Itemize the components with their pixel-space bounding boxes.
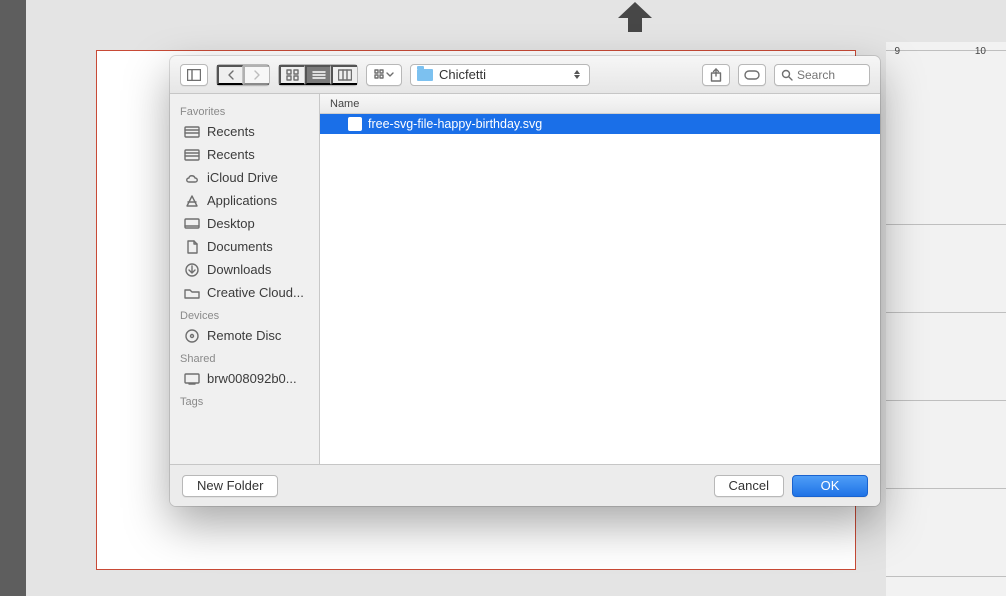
search-icon <box>781 69 793 81</box>
view-icons-button[interactable] <box>279 65 305 85</box>
sidebar-item-label: Desktop <box>207 216 255 231</box>
sidebar[interactable]: Favorites Recents Recents iCloud Drive A… <box>170 94 320 464</box>
sidebar-item-recents[interactable]: Recents <box>170 143 319 166</box>
ruler-label-10: 10 <box>975 46 986 57</box>
sidebar-item-shared-computer[interactable]: brw008092b0... <box>170 367 319 390</box>
sidebar-item-label: Remote Disc <box>207 328 281 343</box>
disc-icon <box>184 329 200 343</box>
dialog-toolbar: Chicfetti <box>170 56 880 94</box>
file-list[interactable]: free-svg-file-happy-birthday.svg <box>320 114 880 464</box>
view-columns-button[interactable] <box>331 65 357 85</box>
forward-button[interactable] <box>243 65 269 85</box>
share-button[interactable] <box>702 64 730 86</box>
file-icon <box>348 117 362 131</box>
sidebar-item-label: Documents <box>207 239 273 254</box>
sidebar-item-label: iCloud Drive <box>207 170 278 185</box>
path-current-folder: Chicfetti <box>439 67 486 82</box>
sidebar-item-documents[interactable]: Documents <box>170 235 319 258</box>
recents-icon <box>184 125 200 139</box>
cursor-up-arrow-icon <box>608 0 662 34</box>
dialog-footer: New Folder Cancel OK <box>170 464 880 506</box>
sidebar-item-label: Downloads <box>207 262 271 277</box>
sidebar-item-applications[interactable]: Applications <box>170 189 319 212</box>
sidebar-item-downloads[interactable]: Downloads <box>170 258 319 281</box>
folder-icon <box>417 69 433 81</box>
sidebar-item-desktop[interactable]: Desktop <box>170 212 319 235</box>
applications-icon <box>184 194 200 208</box>
sidebar-item-label: Applications <box>207 193 277 208</box>
back-button[interactable] <box>217 65 243 85</box>
desktop-icon <box>184 217 200 231</box>
sidebar-item-label: brw008092b0... <box>207 371 297 386</box>
file-row[interactable]: free-svg-file-happy-birthday.svg <box>320 114 880 134</box>
open-file-dialog: Chicfetti Favorites Recents Recents <box>170 56 880 506</box>
new-folder-button[interactable]: New Folder <box>182 475 278 497</box>
search-input[interactable] <box>797 68 857 82</box>
sidebar-item-creative-cloud[interactable]: Creative Cloud... <box>170 281 319 304</box>
ruler-label-9: 9 <box>894 46 900 57</box>
sidebar-header-tags: Tags <box>170 390 319 410</box>
updown-arrows-icon <box>571 70 583 79</box>
sidebar-item-icloud[interactable]: iCloud Drive <box>170 166 319 189</box>
sidebar-header-favorites: Favorites <box>170 100 319 120</box>
sidebar-item-label: Creative Cloud... <box>207 285 304 300</box>
sidebar-item-label: Recents <box>207 124 255 139</box>
sidebar-item-remote-disc[interactable]: Remote Disc <box>170 324 319 347</box>
sidebar-toggle-button[interactable] <box>180 64 208 86</box>
group-by-dropdown[interactable] <box>366 64 402 86</box>
app-left-strip <box>0 0 26 596</box>
sidebar-header-shared: Shared <box>170 347 319 367</box>
search-field[interactable] <box>774 64 870 86</box>
cancel-button[interactable]: Cancel <box>714 475 784 497</box>
documents-icon <box>184 240 200 254</box>
sidebar-item-recents[interactable]: Recents <box>170 120 319 143</box>
downloads-icon <box>184 263 200 277</box>
file-list-pane: Name free-svg-file-happy-birthday.svg <box>320 94 880 464</box>
folder-icon <box>184 286 200 300</box>
recents-icon <box>184 148 200 162</box>
view-mode-segmented <box>278 64 358 86</box>
path-popup[interactable]: Chicfetti <box>410 64 590 86</box>
ok-button[interactable]: OK <box>792 475 868 497</box>
tags-button[interactable] <box>738 64 766 86</box>
icloud-icon <box>184 171 200 185</box>
computer-icon <box>184 372 200 386</box>
sidebar-header-devices: Devices <box>170 304 319 324</box>
view-list-button[interactable] <box>305 65 331 85</box>
ruler-vertical <box>886 42 1006 596</box>
file-name: free-svg-file-happy-birthday.svg <box>368 117 542 131</box>
column-header-name[interactable]: Name <box>320 94 880 114</box>
nav-back-forward <box>216 64 270 86</box>
sidebar-item-label: Recents <box>207 147 255 162</box>
